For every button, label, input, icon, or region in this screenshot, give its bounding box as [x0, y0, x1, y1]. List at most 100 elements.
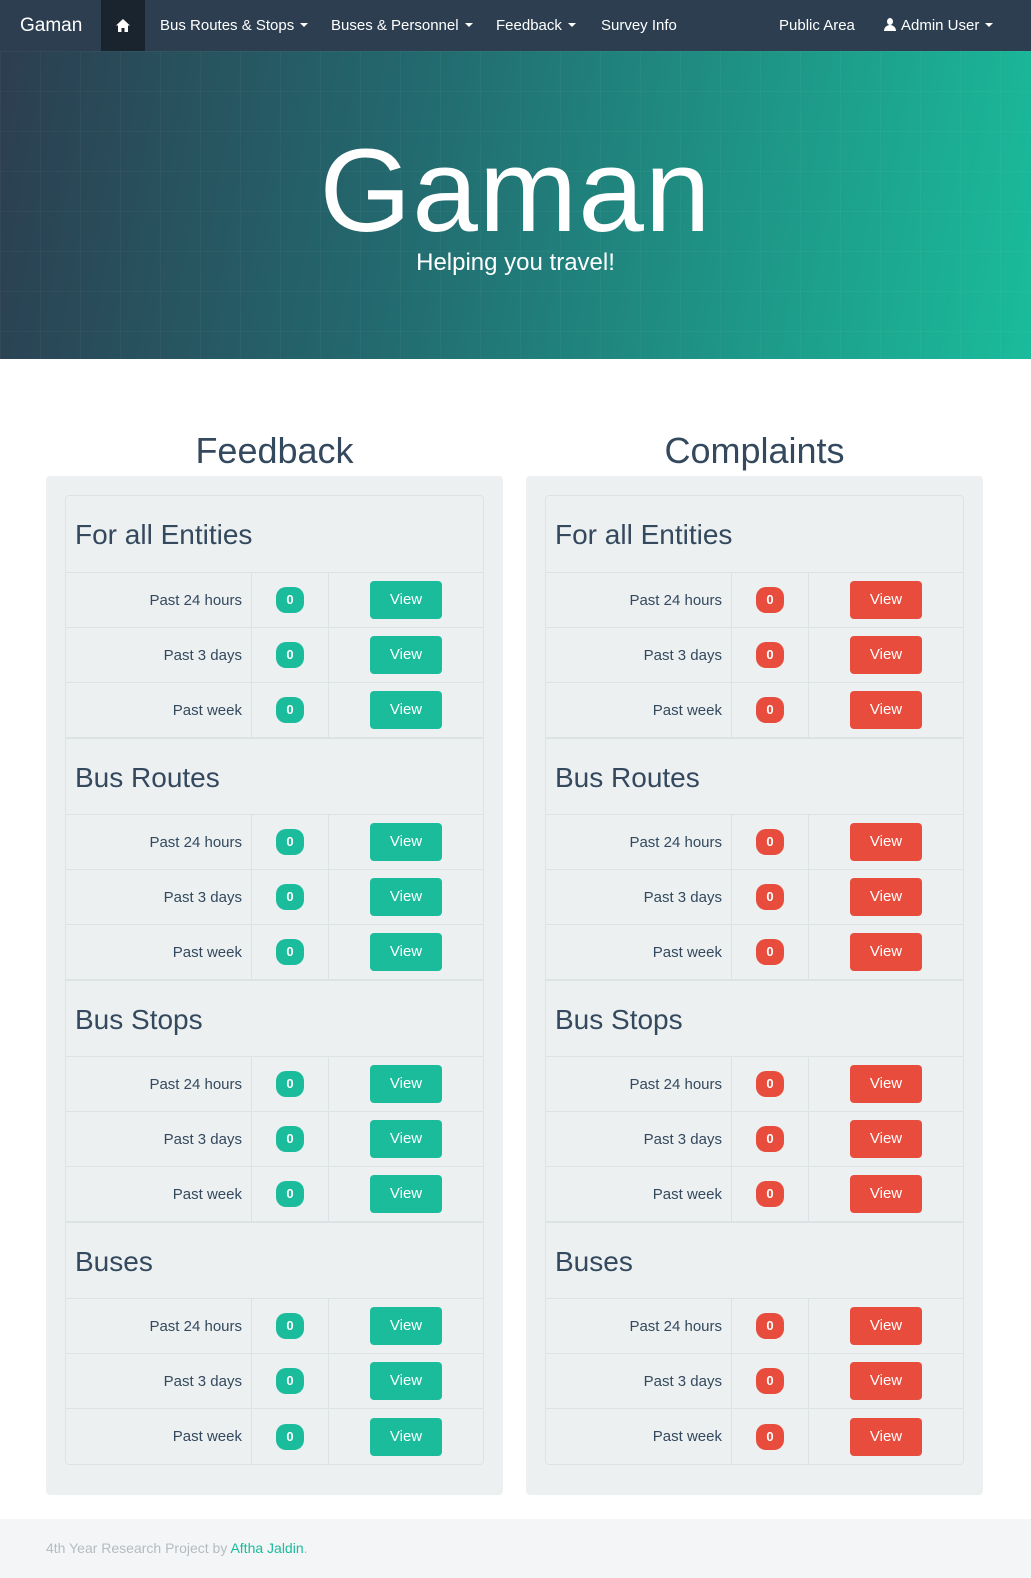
view-button[interactable]: View — [370, 581, 442, 619]
view-button[interactable]: View — [850, 878, 922, 916]
count-cell: 0 — [252, 925, 329, 979]
view-button[interactable]: View — [370, 691, 442, 729]
feedback-section-buses: Buses — [66, 1222, 483, 1299]
count-badge: 0 — [756, 587, 784, 613]
table-row: Past 3 days 0 View — [66, 870, 483, 925]
view-button[interactable]: View — [850, 823, 922, 861]
view-button[interactable]: View — [370, 1175, 442, 1213]
view-button[interactable]: View — [370, 823, 442, 861]
view-button[interactable]: View — [850, 1120, 922, 1158]
count-cell: 0 — [732, 925, 809, 979]
period-label: Past 3 days — [66, 628, 252, 682]
view-button[interactable]: View — [370, 1307, 442, 1345]
view-button[interactable]: View — [850, 1175, 922, 1213]
table-row: Past week 0 View — [546, 925, 963, 980]
view-button[interactable]: View — [850, 581, 922, 619]
count-badge: 0 — [276, 1181, 304, 1207]
view-button[interactable]: View — [850, 1307, 922, 1345]
count-cell: 0 — [732, 1167, 809, 1221]
action-cell: View — [329, 1409, 483, 1464]
action-cell: View — [809, 1167, 963, 1221]
period-label: Past 24 hours — [66, 1299, 252, 1353]
home-button[interactable] — [101, 0, 145, 51]
count-badge: 0 — [276, 587, 304, 613]
view-button[interactable]: View — [370, 878, 442, 916]
view-button[interactable]: View — [850, 1417, 922, 1456]
view-button[interactable]: View — [370, 636, 442, 674]
count-cell: 0 — [252, 683, 329, 737]
view-button[interactable]: View — [370, 1065, 442, 1103]
top-navbar: Gaman Bus Routes & Stops Buses & Personn… — [0, 0, 1031, 51]
count-cell: 0 — [252, 1354, 329, 1408]
count-badge: 0 — [276, 1313, 304, 1339]
caret-down-icon — [567, 23, 576, 28]
view-button[interactable]: View — [370, 933, 442, 971]
action-cell: View — [329, 1057, 483, 1111]
count-badge: 0 — [756, 1313, 784, 1339]
period-label: Past 24 hours — [66, 573, 252, 627]
count-badge: 0 — [276, 697, 304, 723]
count-badge: 0 — [276, 884, 304, 910]
nav-public-area[interactable]: Public Area — [779, 0, 855, 51]
table-row: Past 24 hours 0 View — [546, 1299, 963, 1354]
count-badge: 0 — [756, 697, 784, 723]
view-button[interactable]: View — [370, 1417, 442, 1456]
count-cell: 0 — [252, 1112, 329, 1166]
action-cell: View — [809, 1112, 963, 1166]
count-badge: 0 — [756, 1423, 784, 1450]
table-row: Past 3 days 0 View — [546, 1354, 963, 1409]
count-cell: 0 — [732, 1112, 809, 1166]
view-button[interactable]: View — [850, 933, 922, 971]
view-button[interactable]: View — [850, 636, 922, 674]
view-button[interactable]: View — [370, 1362, 442, 1400]
nav-feedback[interactable]: Feedback — [496, 0, 576, 51]
table-row: Past week 0 View — [546, 683, 963, 738]
table-row: Past 3 days 0 View — [66, 1112, 483, 1167]
action-cell: View — [329, 683, 483, 737]
count-cell: 0 — [732, 628, 809, 682]
caret-down-icon — [464, 23, 473, 28]
action-cell: View — [329, 1299, 483, 1353]
period-label: Past 24 hours — [546, 1057, 732, 1111]
period-label: Past week — [66, 925, 252, 979]
action-cell: View — [329, 628, 483, 682]
count-cell: 0 — [252, 628, 329, 682]
count-badge: 0 — [276, 1368, 304, 1394]
table-row: Past week 0 View — [66, 1167, 483, 1222]
view-button[interactable]: View — [850, 1065, 922, 1103]
view-button[interactable]: View — [850, 691, 922, 729]
feedback-column: Feedback For all Entities Past 24 hours 0… — [46, 430, 503, 1495]
action-cell: View — [809, 1057, 963, 1111]
table-row: Past 3 days 0 View — [546, 1112, 963, 1167]
count-badge: 0 — [756, 1181, 784, 1207]
count-cell: 0 — [252, 573, 329, 627]
table-row: Past 3 days 0 View — [546, 870, 963, 925]
period-label: Past 24 hours — [546, 573, 732, 627]
hero-title: Gaman — [319, 125, 712, 257]
nav-buses-personnel[interactable]: Buses & Personnel — [331, 0, 473, 51]
navbar-brand[interactable]: Gaman — [20, 0, 82, 51]
count-badge: 0 — [756, 829, 784, 855]
table-row: Past week 0 View — [546, 1409, 963, 1464]
count-badge: 0 — [276, 642, 304, 668]
view-button[interactable]: View — [850, 1362, 922, 1400]
nav-bus-routes-stops-label: Bus Routes & Stops — [160, 17, 295, 34]
action-cell: View — [809, 573, 963, 627]
nav-survey-info[interactable]: Survey Info — [601, 0, 677, 51]
view-button[interactable]: View — [370, 1120, 442, 1158]
count-cell: 0 — [732, 683, 809, 737]
nav-admin-user[interactable]: Admin User — [884, 0, 994, 51]
action-cell: View — [329, 815, 483, 869]
footer-author-link[interactable]: Aftha Jaldin — [230, 1540, 303, 1556]
nav-feedback-label: Feedback — [496, 17, 562, 34]
nav-bus-routes-stops[interactable]: Bus Routes & Stops — [160, 0, 309, 51]
table-row: Past 3 days 0 View — [546, 628, 963, 683]
table-row: Past 24 hours 0 View — [66, 1299, 483, 1354]
period-label: Past week — [66, 1167, 252, 1221]
count-cell: 0 — [252, 870, 329, 924]
period-label: Past 3 days — [66, 1112, 252, 1166]
action-cell: View — [809, 628, 963, 682]
table-row: Past 3 days 0 View — [66, 628, 483, 683]
period-label: Past 3 days — [546, 628, 732, 682]
period-label: Past week — [66, 683, 252, 737]
